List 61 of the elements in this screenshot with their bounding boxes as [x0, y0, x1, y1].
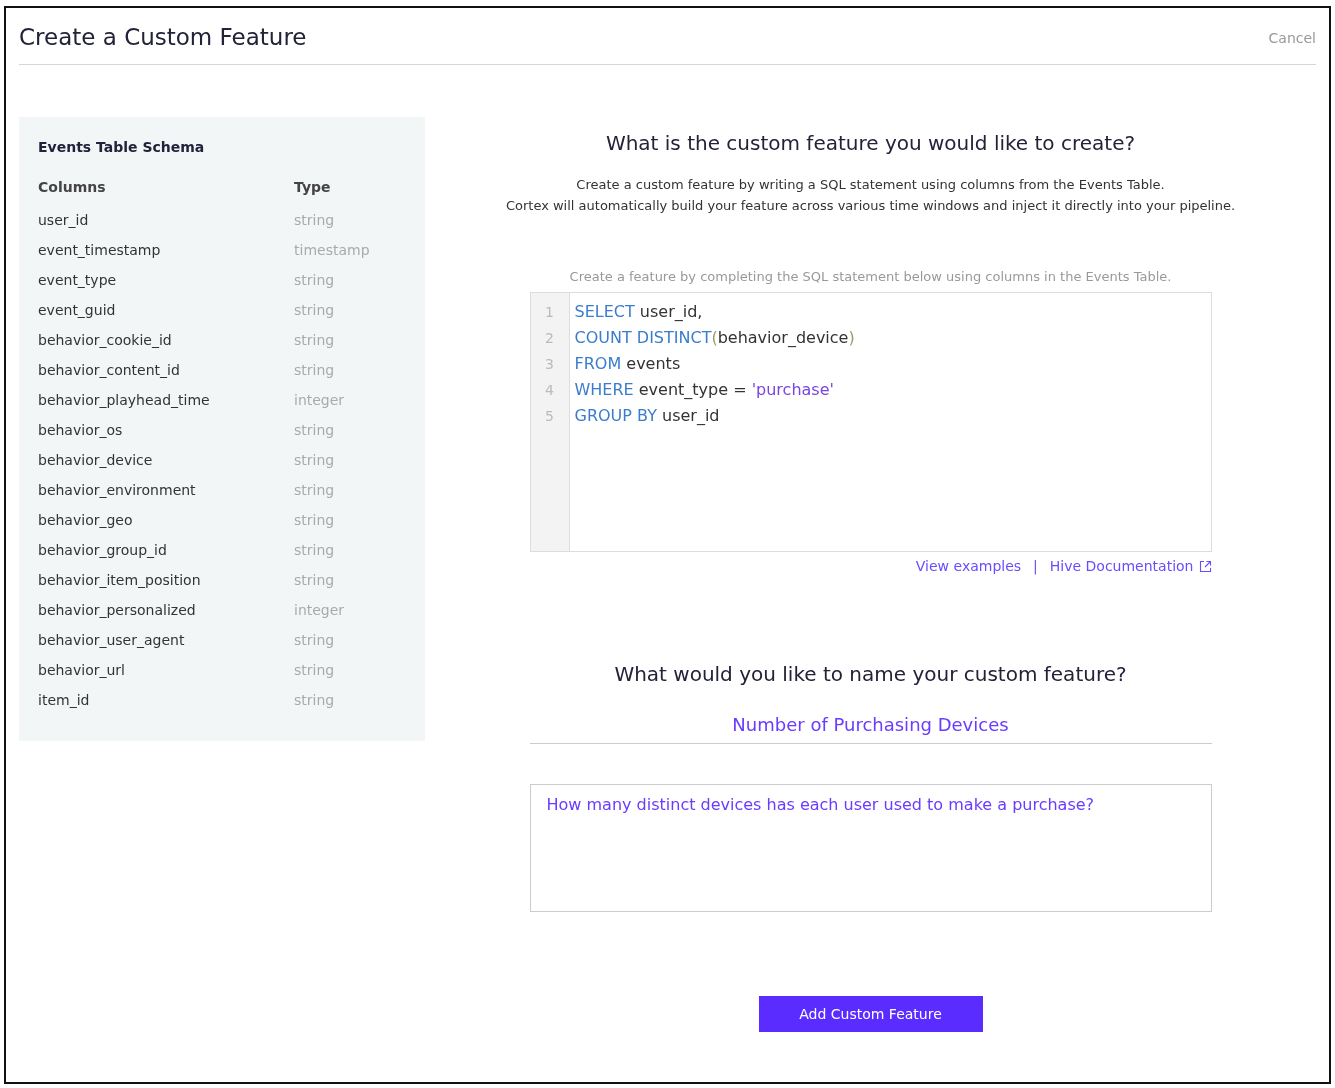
- column-header: Type: [294, 179, 331, 195]
- line-number: 2: [544, 329, 555, 348]
- link-separator: |: [1033, 558, 1038, 574]
- column-type: integer: [294, 392, 345, 408]
- column-name: behavior_os: [38, 422, 124, 438]
- column-type: string: [294, 272, 335, 288]
- description-text: Cortex will automatically build your feature across various time windows and inject it directly into your pipeline.: [505, 198, 1236, 213]
- help-link[interactable]: View examples: [915, 558, 1022, 574]
- column-type: string: [294, 212, 335, 228]
- column-name: event_guid: [38, 302, 117, 318]
- code-editor[interactable]: 1 2 3 4 5 SELECT user_id, COUNT DISTINCT(behavior_device) FROM events WHERE event_type = 'purchase' GROUP BY user_id: [529, 292, 1212, 552]
- column-type: integer: [294, 602, 345, 618]
- column-type: string: [294, 662, 335, 678]
- code-line: WHERE event_type = 'purchase': [574, 379, 835, 401]
- schema-title: Events Table Schema: [38, 139, 206, 155]
- column-header: Columns: [38, 179, 107, 195]
- section-heading: What would you like to name your custom feature?: [613, 662, 1128, 686]
- column-type: string: [294, 362, 335, 378]
- column-type: string: [294, 452, 335, 468]
- help-link[interactable]: Hive Documentation: [1049, 558, 1212, 574]
- column-type: string: [294, 332, 335, 348]
- column-name: behavior_device: [38, 452, 154, 468]
- line-number: 4: [544, 381, 555, 400]
- column-name: user_id: [38, 212, 90, 228]
- column-name: behavior_user_agent: [38, 632, 186, 648]
- column-type: string: [294, 302, 335, 318]
- column-name: behavior_item_position: [38, 572, 202, 588]
- column-name: behavior_personalized: [38, 602, 197, 618]
- column-name: behavior_geo: [38, 512, 134, 528]
- column-name: behavior_content_id: [38, 362, 181, 378]
- code-line: SELECT user_id,: [574, 301, 704, 323]
- column-type: string: [294, 512, 335, 528]
- column-type: string: [294, 482, 335, 498]
- code-line: COUNT DISTINCT(behavior_device): [574, 327, 855, 349]
- column-name: behavior_environment: [38, 482, 197, 498]
- cancel-link[interactable]: Cancel: [1268, 26, 1316, 46]
- description-text: Create a custom feature by writing a SQL statement using columns from the Events Table.: [576, 177, 1165, 192]
- code-line: GROUP BY user_id: [574, 405, 721, 427]
- editor-hint: Create a feature by completing the SQL statement below using columns in the Events Table.: [568, 269, 1173, 284]
- add-custom-feature-button[interactable]: Add Custom Feature: [758, 996, 983, 1032]
- column-name: event_type: [38, 272, 118, 288]
- external-link-icon: [1198, 559, 1212, 573]
- code-line: FROM events: [574, 353, 682, 375]
- line-number: 1: [544, 303, 555, 322]
- column-name: behavior_cookie_id: [38, 332, 173, 348]
- column-type: timestamp: [294, 242, 370, 258]
- section-heading: What is the custom feature you would like to create?: [605, 131, 1136, 155]
- column-name: behavior_url: [38, 662, 126, 678]
- description-field[interactable]: How many distinct devices has each user used to make a purchase?: [529, 784, 1212, 912]
- line-number: 5: [544, 407, 555, 426]
- column-type: string: [294, 572, 335, 588]
- column-type: string: [294, 632, 335, 648]
- column-type: string: [294, 422, 335, 438]
- column-type: string: [294, 542, 335, 558]
- column-name: behavior_playhead_time: [38, 392, 211, 408]
- line-number: 3: [544, 355, 555, 374]
- column-name: behavior_group_id: [38, 542, 168, 558]
- column-name: item_id: [38, 692, 91, 708]
- column-type: string: [294, 692, 335, 708]
- column-name: event_timestamp: [38, 242, 162, 258]
- page-title: Create a Custom Feature: [19, 23, 307, 50]
